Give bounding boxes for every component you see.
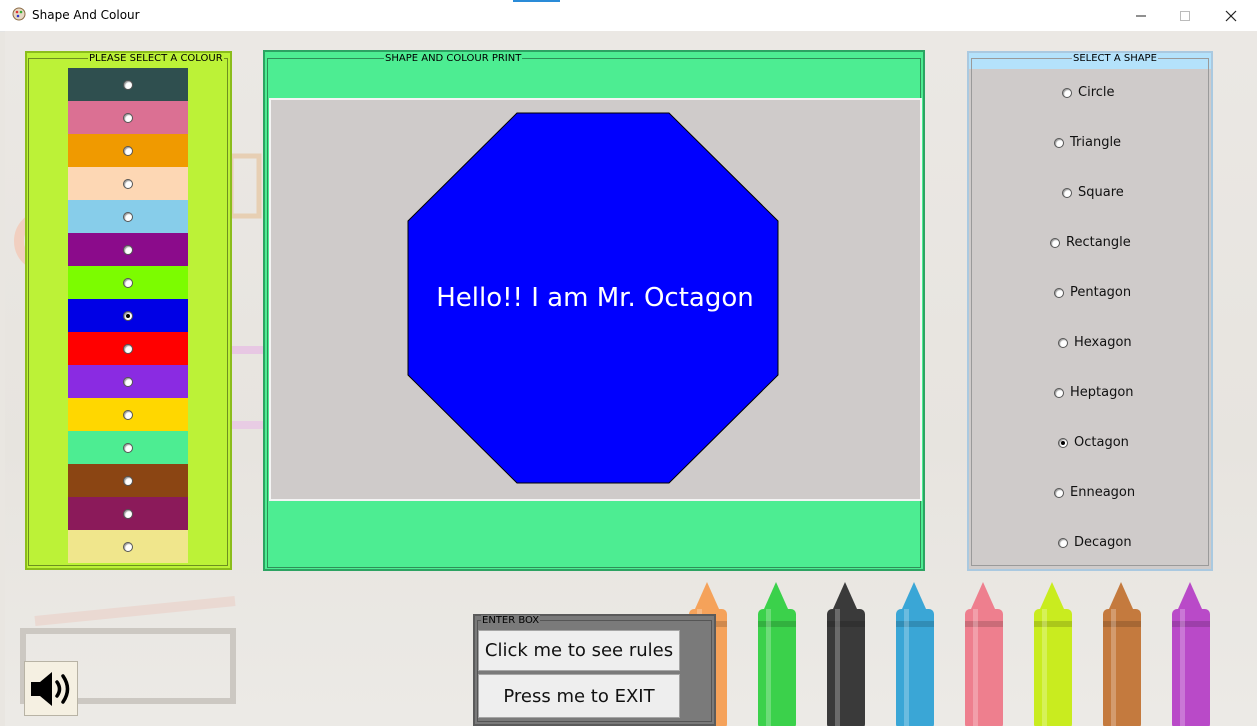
shape-option-pentagon[interactable]: Pentagon	[1054, 285, 1131, 300]
colour-swatch[interactable]	[68, 233, 188, 266]
exit-button[interactable]: Press me to EXIT	[478, 674, 680, 718]
colour-radio[interactable]	[123, 376, 133, 387]
shape-message: Hello!! I am Mr. Octagon	[436, 283, 754, 313]
colour-swatch[interactable]	[68, 464, 188, 497]
app-icon	[12, 7, 26, 21]
colour-radio[interactable]	[123, 343, 133, 354]
shape-radio[interactable]	[1054, 137, 1064, 148]
shape-option-label: Rectangle	[1066, 235, 1131, 250]
maximize-icon	[1180, 10, 1190, 21]
shape-option-enneagon[interactable]: Enneagon	[1054, 485, 1135, 500]
shape-option-label: Enneagon	[1070, 485, 1136, 500]
shape-option-label: Hexagon	[1074, 335, 1132, 350]
colour-radio[interactable]	[123, 145, 133, 156]
title-accent	[513, 0, 560, 2]
colour-swatch[interactable]	[68, 68, 188, 101]
crayon	[758, 582, 796, 726]
colour-swatch[interactable]	[68, 134, 188, 167]
shape-option-rectangle[interactable]: Rectangle	[1050, 235, 1131, 250]
shape-radio[interactable]	[1058, 537, 1068, 548]
minimize-button[interactable]	[1118, 0, 1164, 31]
shape-radio[interactable]	[1054, 487, 1064, 498]
shape-option-label: Decagon	[1074, 535, 1132, 550]
colour-radio[interactable]	[123, 244, 133, 255]
colour-radio[interactable]	[123, 277, 133, 288]
close-button[interactable]	[1208, 0, 1254, 31]
shape-option-label: Octagon	[1074, 435, 1129, 450]
shape-option-label: Pentagon	[1070, 285, 1132, 300]
crayon	[1103, 582, 1141, 726]
print-panel-label: SHAPE AND COLOUR PRINT	[384, 53, 523, 65]
see-rules-button[interactable]: Click me to see rules	[478, 630, 680, 671]
title-bar: Shape And Colour	[0, 0, 1257, 32]
shape-option-label: Square	[1078, 185, 1124, 200]
shape-radio[interactable]	[1058, 337, 1068, 348]
crayons-decoration	[689, 582, 1210, 726]
minimize-icon	[1136, 15, 1146, 16]
shape-panel-label: SELECT A SHAPE	[1072, 53, 1158, 65]
colour-radio[interactable]	[123, 541, 133, 552]
shape-option-label: Heptagon	[1070, 385, 1134, 400]
shape-option-label: Circle	[1078, 85, 1115, 100]
shape-radio[interactable]	[1062, 187, 1072, 198]
crayon	[1172, 582, 1210, 726]
colour-radio[interactable]	[123, 112, 133, 123]
colour-radio[interactable]	[123, 310, 133, 321]
enter-box-label: ENTER BOX	[481, 615, 541, 627]
colour-radio[interactable]	[123, 409, 133, 420]
shape-radio[interactable]	[1050, 237, 1060, 248]
colour-swatch[interactable]	[68, 101, 188, 134]
colour-swatch[interactable]	[68, 431, 188, 464]
colour-radio[interactable]	[123, 79, 133, 90]
shape-option-square[interactable]: Square	[1062, 185, 1124, 200]
crayon	[827, 582, 865, 726]
shape-option-hexagon[interactable]: Hexagon	[1058, 335, 1132, 350]
colour-swatch[interactable]	[68, 497, 188, 530]
colour-radio[interactable]	[123, 475, 133, 486]
colour-swatch[interactable]	[68, 200, 188, 233]
colour-swatch[interactable]	[68, 530, 188, 563]
shape-option-octagon[interactable]: Octagon	[1058, 435, 1129, 450]
colour-radio[interactable]	[123, 211, 133, 222]
crayon	[896, 582, 934, 726]
shape-option-decagon[interactable]: Decagon	[1058, 535, 1132, 550]
colour-swatch[interactable]	[68, 398, 188, 431]
crayon	[1034, 582, 1072, 726]
maximize-button[interactable]	[1162, 0, 1208, 31]
shape-radio[interactable]	[1054, 287, 1064, 298]
shape-radio[interactable]	[1054, 387, 1064, 398]
app-client-area: PLEASE SELECT A COLOUR SHAPE AND COLOUR …	[5, 31, 1257, 726]
speaker-icon	[31, 671, 70, 706]
window-title: Shape And Colour	[32, 8, 140, 22]
shape-radio[interactable]	[1058, 437, 1068, 448]
colour-radio[interactable]	[123, 178, 133, 189]
shape-option-heptagon[interactable]: Heptagon	[1054, 385, 1134, 400]
shape-option-label: Triangle	[1070, 135, 1122, 150]
crayon	[965, 582, 1003, 726]
colour-radio[interactable]	[123, 442, 133, 453]
sound-button[interactable]	[24, 661, 78, 716]
shape-radio[interactable]	[1062, 87, 1072, 98]
colour-swatch[interactable]	[68, 365, 188, 398]
colour-swatch[interactable]	[68, 332, 188, 365]
shape-option-circle[interactable]: Circle	[1062, 85, 1115, 100]
colour-radio[interactable]	[123, 508, 133, 519]
colour-swatch[interactable]	[68, 266, 188, 299]
shape-option-triangle[interactable]: Triangle	[1054, 135, 1121, 150]
close-icon	[1225, 10, 1237, 21]
colour-swatch[interactable]	[68, 299, 188, 332]
colour-swatch[interactable]	[68, 167, 188, 200]
colour-panel-label: PLEASE SELECT A COLOUR	[88, 53, 224, 65]
